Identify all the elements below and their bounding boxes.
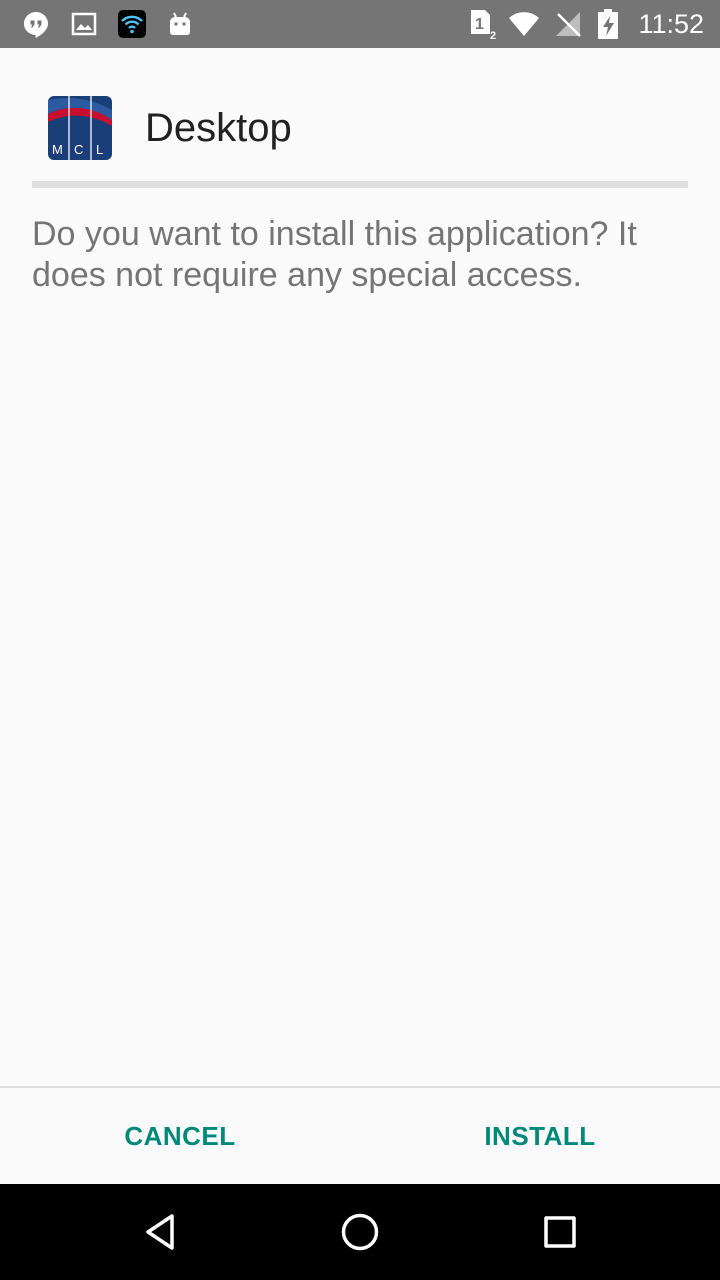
battery-charging-icon — [592, 8, 624, 40]
svg-text:L: L — [96, 142, 103, 157]
app-title: Desktop — [145, 106, 292, 150]
android-icon — [164, 8, 196, 40]
no-sim-signal-icon — [552, 8, 584, 40]
header-divider — [32, 181, 688, 188]
install-message: Do you want to install this application?… — [32, 215, 637, 294]
hangouts-icon — [20, 8, 52, 40]
wifi-signal-icon — [508, 8, 540, 40]
svg-text:C: C — [74, 142, 83, 157]
sim-icon: 1 2 — [468, 8, 500, 40]
status-time: 11:52 — [638, 9, 704, 39]
button-bar: CANCEL INSTALL — [0, 1088, 720, 1184]
cancel-button[interactable]: CANCEL — [0, 1088, 360, 1184]
home-icon[interactable] — [336, 1208, 384, 1256]
image-icon — [68, 8, 100, 40]
status-bar: 1 2 11:52 — [0, 0, 720, 48]
navigation-bar — [0, 1184, 720, 1280]
svg-text:1: 1 — [475, 16, 484, 33]
install-button[interactable]: INSTALL — [360, 1088, 720, 1184]
svg-text:M: M — [52, 142, 63, 157]
app-header: M C L Desktop — [32, 96, 688, 160]
wifi-icon — [116, 8, 148, 40]
recents-icon[interactable] — [536, 1208, 584, 1256]
app-logo-icon: M C L — [48, 96, 112, 160]
back-icon[interactable] — [136, 1208, 184, 1256]
svg-text:2: 2 — [490, 30, 496, 40]
